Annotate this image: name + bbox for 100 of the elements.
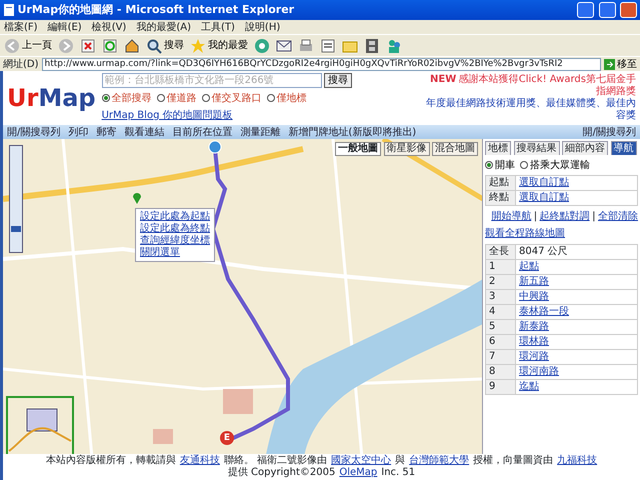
route-link[interactable]: 環河路 <box>519 350 549 362</box>
refresh-button[interactable] <box>102 38 118 54</box>
mode-radio[interactable]: 開車 <box>485 158 515 172</box>
context-menu-item[interactable]: 設定此處為起點 <box>140 211 210 223</box>
filter-radio[interactable]: 僅交叉路口 <box>202 90 262 106</box>
route-link[interactable]: 起點 <box>519 260 539 272</box>
table-cell: 全長 <box>486 244 516 259</box>
menu-item[interactable]: 我的最愛(A) <box>136 20 191 34</box>
site-logo[interactable]: UrMap <box>7 84 96 112</box>
overview-map[interactable] <box>6 396 74 454</box>
table-cell: 起點 <box>486 176 516 190</box>
page-icon <box>3 3 15 17</box>
menu-item[interactable]: 檔案(F) <box>4 20 38 34</box>
panel-tab[interactable]: 細部內容 <box>562 141 608 155</box>
map-view-button[interactable]: 一般地圖 <box>335 142 381 156</box>
route-link[interactable]: 環林路 <box>519 336 549 346</box>
search-button[interactable]: 搜尋 <box>146 38 184 54</box>
pin-icon[interactable] <box>133 193 141 204</box>
footer-link[interactable]: 友通科技 <box>180 455 220 467</box>
slider-thumb[interactable] <box>11 226 21 232</box>
printer-icon <box>298 38 314 54</box>
house-icon <box>124 38 140 54</box>
people-icon <box>386 38 402 54</box>
blog-link[interactable]: UrMap Blog 你的地圖問題板 <box>102 108 233 123</box>
panel-tab[interactable]: 地標 <box>485 141 511 155</box>
map-tool-link[interactable]: 新增門牌地址(新版即將推出) <box>288 124 416 140</box>
go-button[interactable]: 移至 <box>604 56 637 72</box>
map-tool-link[interactable]: 觀看連結 <box>124 124 164 140</box>
context-menu-item[interactable]: 設定此處為終點 <box>140 223 210 235</box>
footer-link[interactable]: OleMap <box>339 467 378 479</box>
footer-link[interactable]: 台灣師範大學 <box>409 455 470 467</box>
footer-link[interactable]: 國家太空中心 <box>331 455 392 467</box>
filter-radio[interactable]: 全部搜尋 <box>102 90 152 106</box>
map-tool-link[interactable]: 測量距離 <box>240 124 280 140</box>
context-menu-item[interactable]: 查詢經緯度坐標 <box>140 235 210 247</box>
route-link[interactable]: 新五路 <box>519 276 549 286</box>
award-text: 感謝本站獲得Click! Awards第七屆金手指網路獎 <box>458 74 636 97</box>
route-link[interactable]: 迄點 <box>519 380 539 392</box>
footer-text: 本站內容版權所有，轉載請與 <box>46 455 176 467</box>
new-label: NEW <box>430 74 456 85</box>
table-cell: 3 <box>486 289 516 304</box>
search-button[interactable]: 搜尋 <box>324 73 352 88</box>
favorites-button[interactable]: 我的最愛 <box>190 38 248 54</box>
map-tool-link[interactable]: 開/關搜尋列 <box>7 124 60 140</box>
action-link[interactable]: 全部清除 <box>598 208 638 224</box>
address-field[interactable]: http://www.urmap.com/?link=QD3Q6IYH616BQrYCDzgoRI2e4rgiH0giH0gXQvTiRrYoR02ibvgV%2BIYe%2Bvgr3vTsRI2 <box>42 58 601 70</box>
people-button[interactable] <box>386 38 402 54</box>
filter-radio[interactable]: 僅地標 <box>266 90 307 106</box>
map-tool-link[interactable]: 郵寄 <box>96 124 116 140</box>
map-view-button[interactable]: 衛星影像 <box>384 142 430 156</box>
map-view-button[interactable]: 混合地圖 <box>432 142 478 156</box>
context-menu-item[interactable]: 關閉選單 <box>140 247 210 259</box>
home-button[interactable] <box>124 38 140 54</box>
maximize-button[interactable] <box>598 2 616 18</box>
map-tool-link[interactable]: 目前所在位置 <box>172 124 232 140</box>
address-label: 網址(D) <box>3 58 39 72</box>
separator-text: | <box>534 210 538 224</box>
table-cell: 2 <box>486 274 516 289</box>
separator-text: | <box>592 210 596 224</box>
zoom-slider[interactable] <box>9 145 23 253</box>
table-cell: 9 <box>486 379 516 394</box>
table-cell: 8047 公尺 <box>516 244 638 259</box>
menu-item[interactable]: 說明(H) <box>244 20 280 34</box>
map-tool-link[interactable]: 開/關搜尋列 <box>582 124 636 140</box>
footer-text: 聯絡。 福衛二號影像由 <box>224 455 328 467</box>
panel-tab[interactable]: 導航 <box>610 141 636 155</box>
table-cell: 7 <box>486 349 516 364</box>
filter-radio[interactable]: 僅道路 <box>156 90 197 106</box>
edit-button[interactable] <box>320 38 336 54</box>
panel-tab[interactable]: 搜尋結果 <box>514 141 560 155</box>
window-title: UrMap你的地圖網 - Microsoft Internet Explorer <box>18 2 296 18</box>
back-button[interactable]: 上一頁 <box>4 38 52 54</box>
map-tool-link[interactable]: 列印 <box>68 124 88 140</box>
menu-item[interactable]: 檢視(V) <box>92 20 126 34</box>
table-cell: 6 <box>486 334 516 349</box>
film-button[interactable] <box>364 38 380 54</box>
print-button[interactable] <box>298 38 314 54</box>
footer-text: 與 <box>395 455 406 467</box>
overview-link[interactable]: 觀看全程路線地圖 <box>485 228 565 239</box>
document-icon <box>320 38 336 54</box>
footer-text: 授權，向量圖資由 <box>473 455 554 467</box>
table-cell: 5 <box>486 319 516 334</box>
envelope-icon <box>276 38 292 54</box>
footer-link[interactable]: 九福科技 <box>557 455 598 467</box>
footer-text: Inc. 51 <box>381 467 416 479</box>
action-link[interactable]: 開始導航 <box>491 208 532 224</box>
stop-button[interactable] <box>80 38 96 54</box>
mail-button[interactable] <box>276 38 292 54</box>
route-link[interactable]: 中興路 <box>519 290 549 302</box>
close-button[interactable] <box>620 2 637 18</box>
action-link[interactable]: 起終點對調 <box>540 208 590 224</box>
media-button[interactable] <box>254 38 270 54</box>
menu-item[interactable]: 工具(T) <box>201 20 235 34</box>
menu-item[interactable]: 編輯(E) <box>48 20 82 34</box>
mode-radio[interactable]: 搭乘大眾運輸 <box>520 158 590 172</box>
search-field[interactable]: 範例：台北縣板橋市文化路一段266號 <box>102 73 322 88</box>
footer-text: 提供 Copyright©2005 <box>228 467 336 479</box>
route-link[interactable]: 新泰路 <box>519 320 549 332</box>
minimize-button[interactable] <box>577 2 594 18</box>
star-icon <box>190 38 206 54</box>
